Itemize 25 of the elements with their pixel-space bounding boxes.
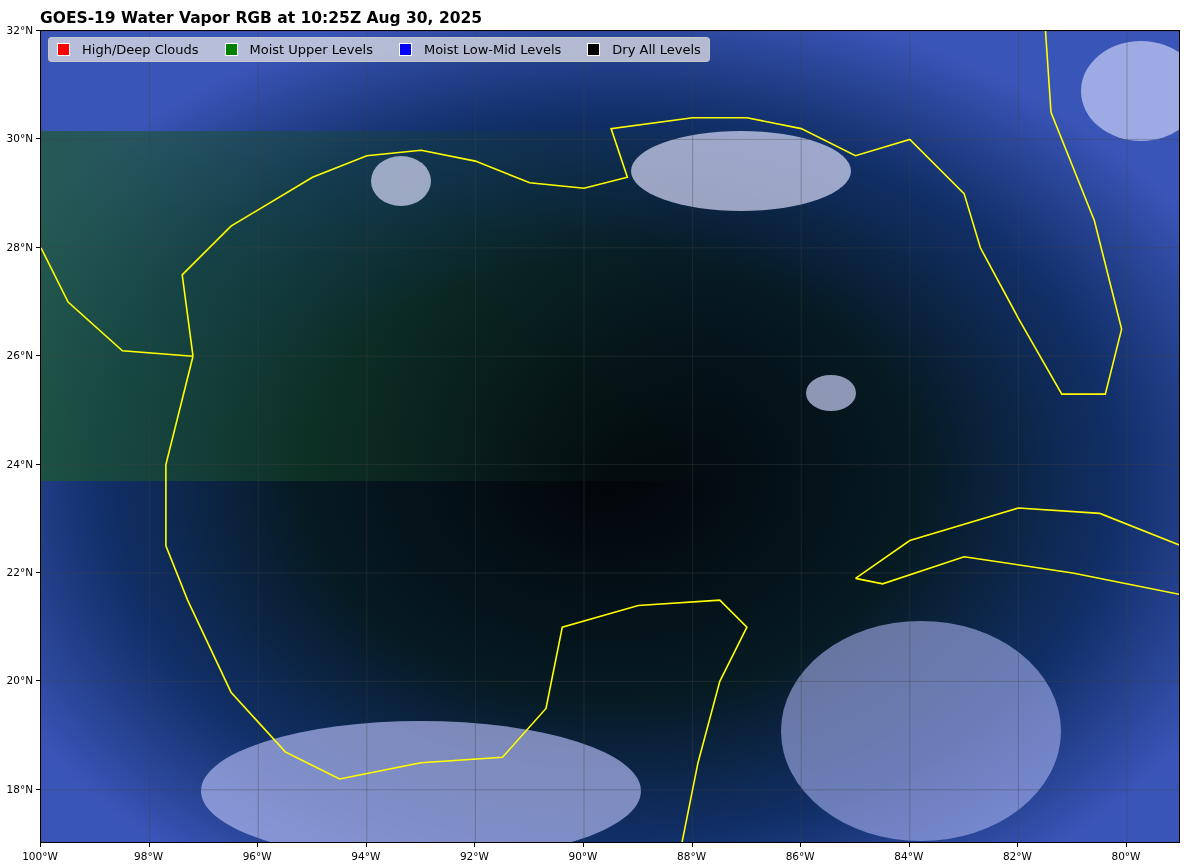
legend-label: Dry All Levels [612, 42, 701, 57]
longitude-label: 84°W [894, 850, 924, 862]
cloud-patch [806, 375, 856, 411]
latitude-label: 26°N [6, 349, 33, 362]
latitude-label: 32°N [6, 24, 33, 36]
longitude-label: 90°W [568, 850, 598, 862]
latitude-label: 28°N [6, 240, 33, 253]
cloud-patch [371, 156, 431, 206]
longitude-label: 96°W [242, 850, 272, 862]
latitude-label: 24°N [6, 457, 33, 470]
longitude-label: 88°W [677, 850, 707, 862]
latitude-label: 20°N [6, 674, 33, 687]
longitude-label: 92°W [459, 850, 489, 862]
longitude-label: 82°W [1002, 850, 1032, 862]
legend-label: High/Deep Clouds [82, 42, 199, 57]
latitude-label: 30°N [6, 132, 33, 145]
latitude-label: 22°N [6, 566, 33, 578]
longitude-label: 98°W [134, 850, 164, 862]
longitude-label: 100°W [22, 850, 58, 862]
longitude-label: 94°W [351, 850, 381, 862]
legend-label: Moist Low-Mid Levels [423, 42, 562, 57]
longitude-label: 86°W [785, 850, 815, 862]
legend-label: Moist Upper Levels [249, 42, 373, 57]
latitude-label: 18°N [6, 782, 33, 795]
longitude-label: 80°W [1111, 850, 1141, 862]
